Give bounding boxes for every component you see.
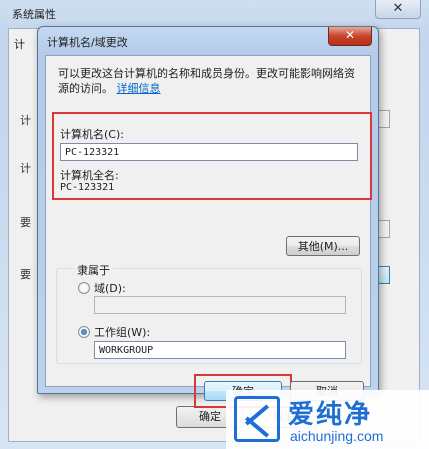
more-button[interactable]: 其他(M)... — [286, 236, 360, 256]
parent-tab-computer-name[interactable]: 计 — [14, 36, 25, 52]
description-text: 可以更改这台计算机的名称和成员身份。更改可能影响网络资源的访问。 — [58, 67, 355, 95]
dialog-close-button[interactable]: ✕ — [328, 27, 372, 46]
dialog-body: 可以更改这台计算机的名称和成员身份。更改可能影响网络资源的访问。 详细信息 计算… — [45, 55, 372, 408]
watermark-url: aichunjing.com — [290, 428, 384, 444]
watermark: 爱纯净 aichunjing.com — [226, 390, 429, 449]
member-of-label: 隶属于 — [74, 262, 113, 278]
workgroup-input[interactable]: WORKGROUP — [94, 341, 346, 359]
parent-window-title: 系统属性 — [12, 8, 56, 21]
dialog-description: 可以更改这台计算机的名称和成员身份。更改可能影响网络资源的访问。 详细信息 — [58, 66, 358, 96]
computer-name-input[interactable]: PC-123321 — [60, 143, 358, 161]
parent-side-label: 计 — [20, 114, 31, 127]
domain-input[interactable] — [94, 296, 346, 314]
domain-radio[interactable] — [78, 282, 90, 294]
parent-close-button[interactable]: ✕ — [375, 0, 421, 19]
parent-side-label: 要 — [20, 268, 31, 281]
parent-side-label: 计 — [20, 162, 31, 175]
domain-label: 域(D): — [94, 282, 126, 295]
watermark-brand: 爱纯净 — [288, 400, 373, 430]
full-name-label: 计算机全名: — [60, 169, 119, 182]
computer-name-dialog: 计算机名/域更改 ✕ 可以更改这台计算机的名称和成员身份。更改可能影响网络资源的… — [37, 26, 379, 408]
details-link[interactable]: 详细信息 — [117, 82, 161, 95]
full-name-value: PC-123321 — [60, 182, 115, 193]
dialog-title: 计算机名/域更改 — [47, 36, 128, 49]
workgroup-radio[interactable] — [78, 326, 90, 338]
computer-name-label: 计算机名(C): — [60, 128, 124, 141]
workgroup-label: 工作组(W): — [94, 326, 151, 339]
parent-side-label: 要 — [20, 216, 31, 229]
brand-logo-icon — [234, 396, 280, 442]
